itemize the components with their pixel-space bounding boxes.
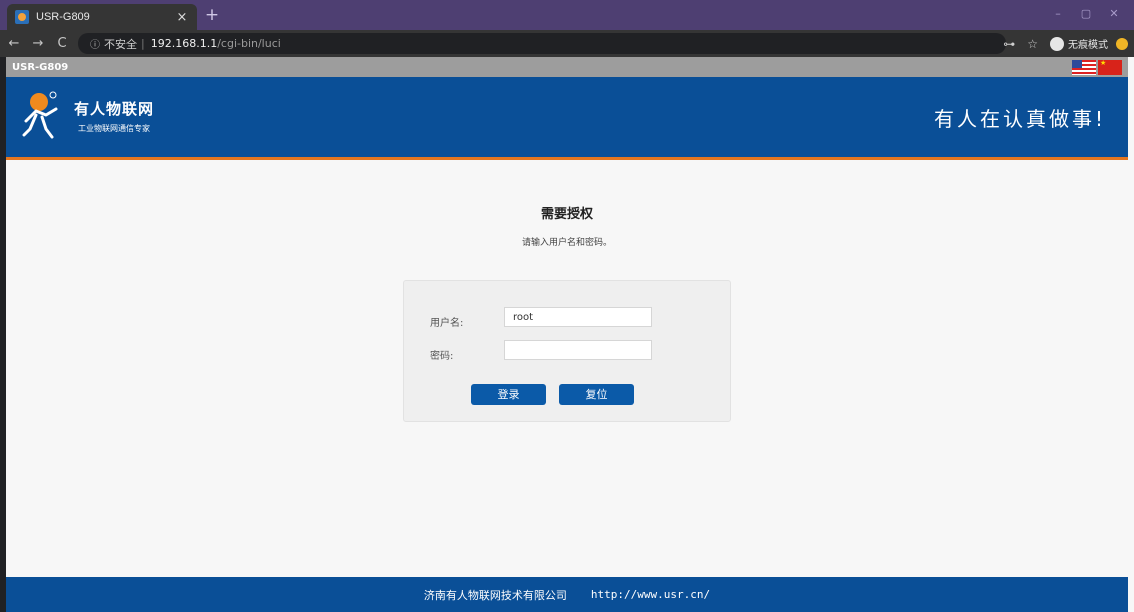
- web-page: USR-G809 有人物联网 工业物联网通信专家 有人在认真做事! 需要授权 请…: [6, 57, 1128, 612]
- page-right-edge: [1128, 57, 1134, 612]
- back-icon[interactable]: ←: [4, 36, 24, 51]
- footer-url-link[interactable]: http://www.usr.cn/: [591, 588, 710, 601]
- close-window-icon[interactable]: ✕: [1100, 0, 1128, 30]
- header-banner: 有人物联网 工业物联网通信专家 有人在认真做事!: [6, 77, 1128, 157]
- chinese-flag-icon[interactable]: [1098, 59, 1122, 75]
- maximize-icon[interactable]: ▢: [1072, 0, 1100, 30]
- footer-company: 济南有人物联网技术有限公司: [423, 588, 567, 602]
- incognito-icon: [1050, 36, 1064, 51]
- address-host: 192.168.1.1: [150, 37, 218, 50]
- language-switcher: [1072, 59, 1122, 75]
- window-controls: – ▢ ✕: [1044, 0, 1128, 30]
- reset-button[interactable]: 复位: [559, 384, 634, 405]
- site-favicon-icon: [15, 10, 29, 24]
- tab-close-icon[interactable]: ×: [175, 10, 189, 25]
- banner-accent-line: [6, 157, 1128, 160]
- login-button[interactable]: 登录: [471, 384, 546, 405]
- bookmark-star-icon[interactable]: ☆: [1027, 37, 1038, 51]
- browser-tab-strip: USR-G809 × + – ▢ ✕: [0, 0, 1134, 30]
- minimize-icon[interactable]: –: [1044, 0, 1072, 30]
- toolbar-actions: ⊶ ☆ 无痕模式: [1003, 33, 1128, 54]
- password-input[interactable]: [504, 340, 652, 360]
- forward-icon[interactable]: →: [28, 36, 48, 51]
- reload-icon[interactable]: C: [52, 36, 72, 51]
- security-label: 不安全: [104, 37, 137, 51]
- brand-subtitle: 工业物联网通信专家: [78, 124, 150, 133]
- browser-toolbar: ← → C ⓘ 不安全 | 192.168.1.1 /cgi-bin/luci …: [0, 30, 1134, 57]
- device-strip: USR-G809: [6, 57, 1128, 77]
- slogan: 有人在认真做事!: [933, 107, 1106, 131]
- device-name: USR-G809: [12, 61, 69, 73]
- brand-name: 有人物联网: [74, 100, 155, 118]
- site-info-icon[interactable]: ⓘ: [90, 36, 100, 51]
- page-footer: 济南有人物联网技术有限公司 http://www.usr.cn/: [6, 577, 1128, 612]
- username-input[interactable]: [504, 307, 652, 327]
- login-form: 用户名: 密码: 登录 复位: [403, 280, 731, 422]
- username-label: 用户名:: [430, 318, 464, 329]
- password-label: 密码:: [430, 351, 454, 362]
- usr-logo-icon: [22, 91, 58, 139]
- incognito-indicator[interactable]: 无痕模式: [1050, 36, 1108, 51]
- tab-title: USR-G809: [36, 11, 90, 23]
- extension-icon[interactable]: [1116, 37, 1128, 50]
- password-key-icon[interactable]: ⊶: [1003, 37, 1015, 51]
- browser-tab[interactable]: USR-G809 ×: [7, 4, 197, 30]
- new-tab-icon[interactable]: +: [202, 5, 222, 25]
- english-flag-icon[interactable]: [1072, 59, 1096, 75]
- auth-title: 需要授权: [540, 207, 593, 222]
- auth-message: 请输入用户名和密码。: [521, 238, 612, 248]
- address-separator: |: [141, 37, 145, 50]
- address-bar[interactable]: ⓘ 不安全 | 192.168.1.1 /cgi-bin/luci: [78, 33, 1006, 54]
- address-path: /cgi-bin/luci: [217, 37, 281, 50]
- incognito-label: 无痕模式: [1068, 40, 1108, 51]
